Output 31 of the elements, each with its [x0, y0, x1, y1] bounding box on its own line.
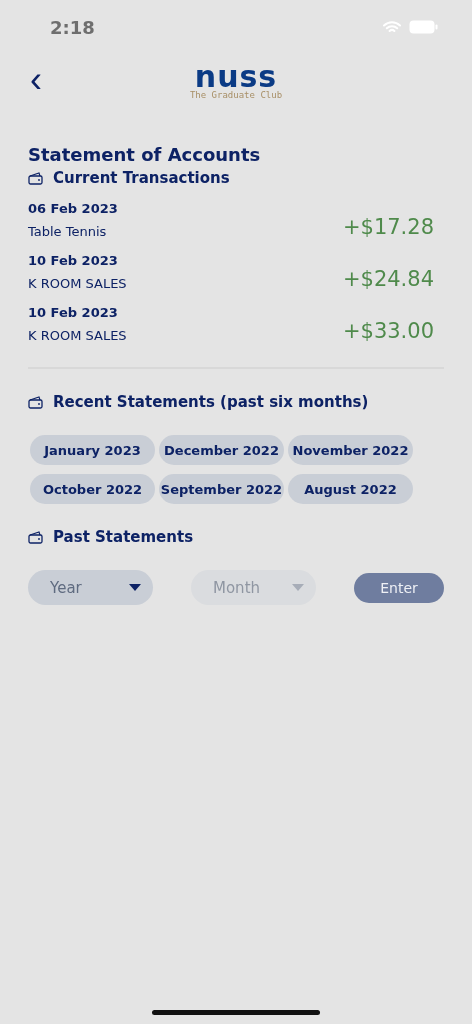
transaction-date: 06 Feb 2023	[28, 201, 118, 216]
back-button[interactable]: ‹	[26, 62, 46, 98]
logo-wordmark: nuss	[194, 64, 278, 90]
transaction-date: 10 Feb 2023	[28, 253, 119, 268]
battery-icon	[409, 20, 438, 34]
caret-icon	[292, 584, 304, 591]
wallet-icon	[28, 171, 43, 185]
transaction-description: K ROOM SALES	[28, 276, 127, 291]
transaction-description: K ROOM SALES	[28, 328, 127, 343]
wifi-icon	[383, 20, 401, 34]
section-heading: Recent Statements (past six months)	[53, 393, 369, 411]
transaction-description: Table Tennis	[28, 224, 108, 239]
wallet-icon	[28, 530, 43, 544]
enter-button[interactable]: Enter	[354, 572, 444, 603]
section-heading: Past Statements	[53, 528, 194, 546]
transaction-amount: +$17.28	[342, 215, 434, 239]
month-chip[interactable]: October 2022	[30, 474, 155, 504]
month-chip[interactable]: November 2022	[288, 435, 413, 465]
page-title: Statement of Accounts	[28, 144, 262, 165]
month-chip[interactable]: December 2022	[159, 435, 284, 465]
transaction-amount: +$24.84	[342, 267, 434, 291]
status-time: 2:18	[50, 16, 95, 38]
month-chip[interactable]: August 2022	[288, 474, 413, 504]
transaction-amount: +$33.00	[342, 319, 434, 343]
wallet-icon	[28, 395, 43, 409]
month-chip[interactable]: September 2022	[159, 474, 284, 504]
month-chip[interactable]: January 2023	[30, 435, 155, 465]
transaction-date: 10 Feb 2023	[28, 305, 119, 320]
logo-tagline: The Graduate Club	[189, 90, 283, 100]
caret-icon	[129, 584, 141, 591]
section-heading: Current Transactions	[53, 169, 230, 187]
